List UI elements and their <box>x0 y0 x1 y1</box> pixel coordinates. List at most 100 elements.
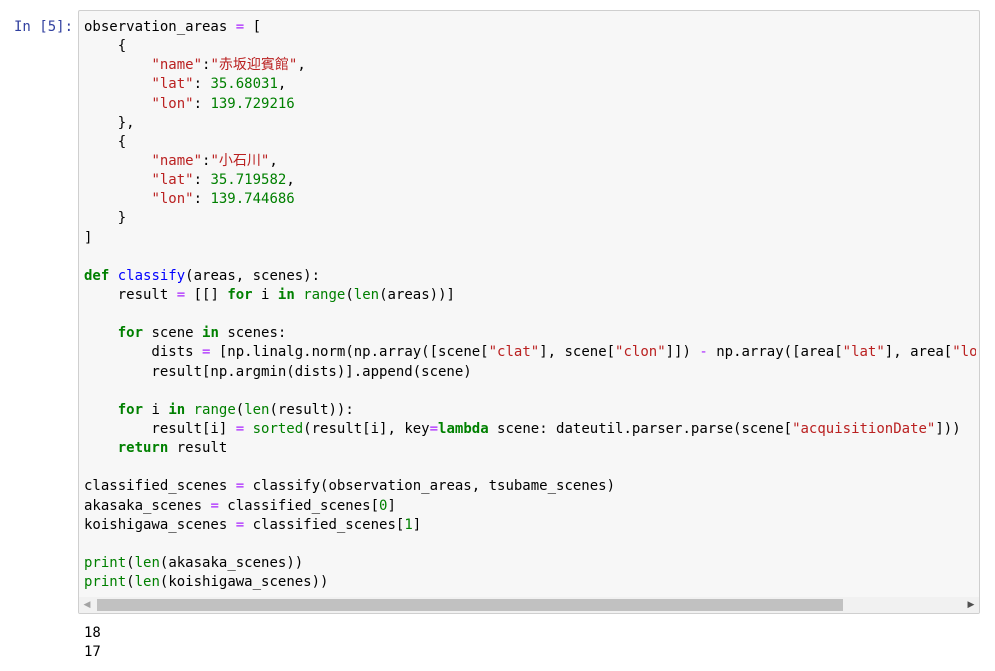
code-token: "lat" <box>151 76 194 93</box>
code-token: for <box>227 286 253 303</box>
scrollbar-thumb[interactable] <box>97 599 843 611</box>
code-token: in <box>168 401 186 418</box>
code-line[interactable]: observation_areas = [ <box>84 18 976 37</box>
code-line[interactable]: "lon": 139.729216 <box>84 95 976 114</box>
code-token: , <box>297 57 306 74</box>
code-token: len <box>353 286 380 303</box>
code-token: ( <box>345 286 354 303</box>
code-token: in <box>202 325 219 342</box>
code-line[interactable]: print(len(koishigawa_scenes)) <box>84 573 976 592</box>
code-line[interactable]: "name":"小石川", <box>84 152 976 171</box>
code-token: ( <box>126 574 135 591</box>
code-line[interactable]: }, <box>84 114 976 133</box>
code-token: classified_scenes[ <box>244 516 405 533</box>
code-line[interactable]: "lon": 139.744686 <box>84 190 976 209</box>
code-line[interactable]: return result <box>84 439 976 458</box>
code-line[interactable]: "lat": 35.68031, <box>84 75 976 94</box>
code-token: { <box>84 38 127 55</box>
output-line: 18 <box>84 625 101 641</box>
code-token: return <box>117 440 169 457</box>
code-token: i <box>252 286 278 303</box>
code-token: "赤坂迎賓館" <box>210 57 298 74</box>
code-line[interactable] <box>84 305 976 324</box>
code-token: range <box>193 401 236 418</box>
output-line: 17 <box>84 644 101 660</box>
code-token: classify <box>117 267 186 284</box>
code-token: ])) <box>935 420 961 437</box>
code-line[interactable]: print(len(akasaka_scenes)) <box>84 554 976 573</box>
code-token: ], scene[ <box>539 344 616 361</box>
code-line[interactable] <box>84 382 976 401</box>
code-token: result[i] <box>84 420 236 437</box>
code-token: "name" <box>151 152 203 169</box>
code-token: "lon" <box>151 95 194 112</box>
code-cell[interactable]: observation_areas = [ { "name":"赤坂迎賓館", … <box>78 10 980 614</box>
code-token: [np.linalg.norm(np.array([scene[ <box>210 344 489 361</box>
code-line[interactable]: for scene in scenes: <box>84 324 976 343</box>
code-token: scene <box>143 325 203 342</box>
code-line[interactable]: koishigawa_scenes = classified_scenes[1] <box>84 516 976 535</box>
code-token: koishigawa_scenes <box>84 516 236 533</box>
code-line[interactable] <box>84 248 976 267</box>
code-token: classified_scenes <box>84 478 236 495</box>
code-line[interactable]: result[np.argmin(dists)].append(scene) <box>84 363 976 382</box>
code-line[interactable]: "name":"赤坂迎賓館", <box>84 56 976 75</box>
code-line[interactable]: ] <box>84 229 976 248</box>
code-line[interactable]: def classify(areas, scenes): <box>84 267 976 286</box>
code-token: = <box>235 516 245 533</box>
code-token: : <box>193 172 211 189</box>
scroll-right-icon[interactable]: ▶ <box>963 597 979 613</box>
code-token: = <box>210 497 219 514</box>
code-token: "lat" <box>151 172 194 189</box>
code-token: print <box>84 554 127 571</box>
code-line[interactable]: } <box>84 209 976 228</box>
code-token: dists <box>84 344 203 361</box>
code-token: 35.68031 <box>210 76 278 93</box>
code-token: : <box>193 191 211 208</box>
code-line[interactable]: "lat": 35.719582, <box>84 171 976 190</box>
code-token: i <box>143 401 169 418</box>
scroll-left-icon[interactable]: ◀ <box>79 597 95 613</box>
code-token: = <box>235 420 245 437</box>
code-line[interactable]: result = [[] for i in range(len(areas))] <box>84 286 976 305</box>
code-token: 139.744686 <box>210 191 295 208</box>
code-line[interactable] <box>84 458 976 477</box>
code-token: 1 <box>404 516 413 533</box>
code-editor[interactable]: observation_areas = [ { "name":"赤坂迎賓館", … <box>84 18 976 598</box>
code-line[interactable]: dists = [np.linalg.norm(np.array([scene[… <box>84 343 976 362</box>
code-line[interactable] <box>84 535 976 554</box>
code-token: "acquisitionDate" <box>792 420 936 437</box>
code-token: scene: dateutil.parser.parse(scene[ <box>488 420 793 437</box>
code-token: 35.719582 <box>210 172 287 189</box>
code-token: (result)): <box>269 401 354 418</box>
code-token: (akasaka_scenes)) <box>159 554 304 571</box>
code-token: def <box>84 267 110 284</box>
code-line[interactable]: akasaka_scenes = classified_scenes[0] <box>84 497 976 516</box>
code-token: : <box>193 76 211 93</box>
code-token: ( <box>235 401 245 418</box>
code-line[interactable]: classified_scenes = classify(observation… <box>84 477 976 496</box>
code-token: lambda <box>438 420 489 437</box>
code-line[interactable]: result[i] = sorted(result[i], key=lambda… <box>84 420 976 439</box>
code-token: (koishigawa_scenes)) <box>159 574 329 591</box>
code-line[interactable]: { <box>84 37 976 56</box>
code-token: np.array([area[ <box>707 344 843 361</box>
code-token: range <box>303 286 346 303</box>
code-token: { <box>84 133 127 150</box>
code-token: "clon" <box>615 344 666 361</box>
code-token: result <box>168 440 228 457</box>
code-token: ( <box>126 554 135 571</box>
code-token: , <box>269 152 278 169</box>
horizontal-scrollbar[interactable]: ◀ ▶ <box>79 597 979 613</box>
code-token: = <box>176 286 186 303</box>
code-line[interactable]: { <box>84 133 976 152</box>
code-token: scenes: <box>218 325 287 342</box>
code-line[interactable]: for i in range(len(result)): <box>84 401 976 420</box>
